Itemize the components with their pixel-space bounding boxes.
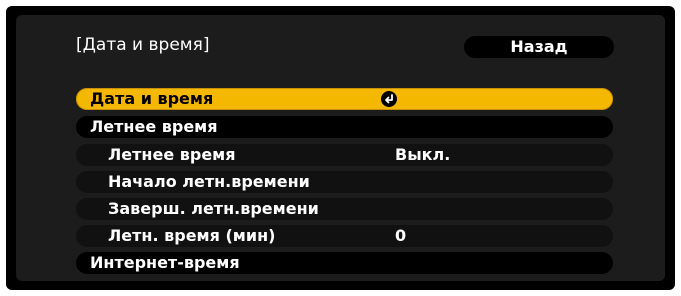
menu-item-internet-time[interactable]: Интернет-время (76, 252, 613, 274)
menu-item-label: Летнее время (90, 117, 218, 136)
menu-item-label: Дата и время (90, 89, 214, 108)
menu-item-value: 0 (395, 226, 407, 245)
back-button[interactable]: Назад (464, 36, 614, 58)
enter-icon (381, 91, 397, 107)
menu-item-label: Интернет-время (90, 253, 240, 272)
menu-item-label: Летн. время (мин) (108, 226, 276, 245)
menu-item-label: Заверш. летн.времени (108, 199, 319, 218)
menu-item-value: Выкл. (395, 145, 451, 164)
menu-item-dst-end[interactable]: Заверш. летн.времени (76, 198, 613, 220)
menu-item-date-time[interactable]: Дата и время (76, 88, 613, 110)
menu-item-dst-start[interactable]: Начало летн.времени (76, 171, 613, 193)
page-title: [Дата и время] (76, 35, 210, 55)
menu-item-dst[interactable]: Летнее время (76, 116, 613, 138)
menu-item-label: Начало летн.времени (108, 172, 310, 191)
menu-item-dst-setting[interactable]: Летнее время Выкл. (76, 144, 613, 166)
menu-item-dst-minutes[interactable]: Летн. время (мин) 0 (76, 225, 613, 247)
menu-item-label: Летнее время (108, 145, 236, 164)
